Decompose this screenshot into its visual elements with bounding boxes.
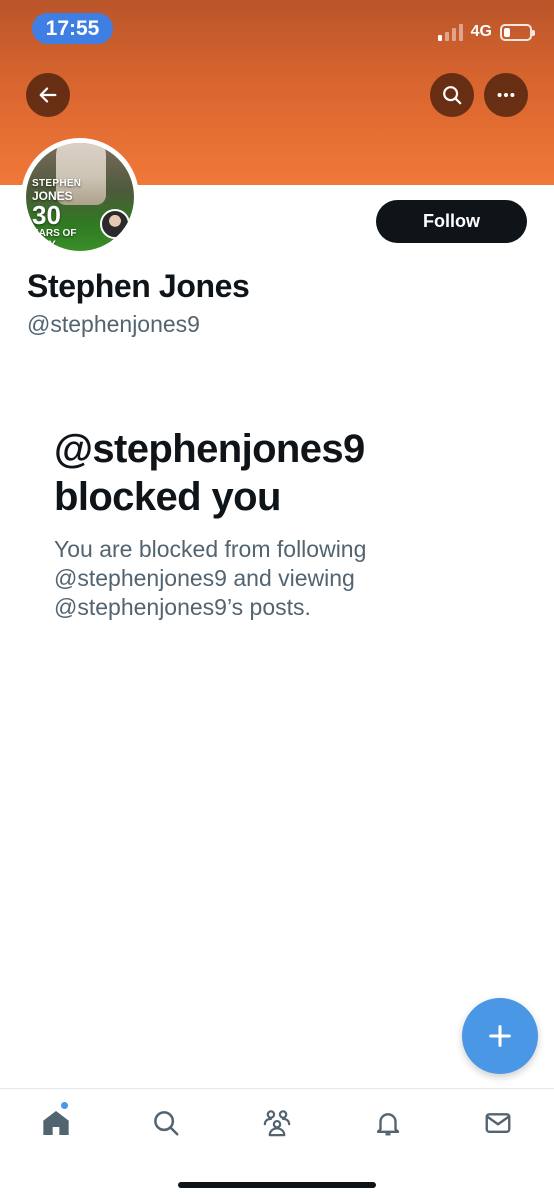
avatar-text-line: EARS OF <box>32 228 77 239</box>
status-indicators: 4G <box>437 20 535 44</box>
nav-search[interactable] <box>146 1103 186 1143</box>
cellular-signal-icon <box>437 23 463 41</box>
avatar-text-line: 30 <box>32 200 61 230</box>
nav-communities[interactable] <box>257 1103 297 1143</box>
blocked-description-line: @stephenjones9’s posts. <box>54 594 311 620</box>
search-button[interactable] <box>430 73 474 117</box>
nav-home[interactable] <box>36 1101 76 1143</box>
blocked-title-line: blocked you <box>54 475 281 519</box>
plus-icon <box>489 1025 511 1047</box>
home-indicator <box>178 1182 376 1188</box>
follow-button[interactable]: Follow <box>376 200 527 243</box>
search-icon <box>443 86 462 105</box>
nav-notifications[interactable] <box>368 1103 408 1143</box>
communities-icon <box>263 1110 291 1137</box>
back-button[interactable] <box>26 73 70 117</box>
blocked-title: @stephenjones9 blocked you <box>54 425 524 521</box>
status-time: 17:55 <box>32 13 113 44</box>
author-portrait <box>100 209 130 239</box>
home-icon <box>43 1111 69 1135</box>
avatar-text-line: STEPHEN <box>32 178 82 189</box>
avatar-text-line: GBY <box>32 239 56 251</box>
blocked-title-line: @stephenjones9 <box>54 427 365 471</box>
compose-button[interactable] <box>462 998 538 1074</box>
avatar-cover-text: STEPHEN JONES 30 EARS OF GBY <box>32 179 81 251</box>
network-type: 4G <box>470 23 492 40</box>
blocked-description-line: @stephenjones9 and viewing <box>54 565 355 591</box>
battery-icon <box>500 23 535 41</box>
profile-avatar[interactable]: STEPHEN JONES 30 EARS OF GBY <box>21 138 139 256</box>
avatar-image: STEPHEN JONES 30 EARS OF GBY <box>26 143 134 251</box>
arrow-left-icon <box>39 87 57 103</box>
more-horizontal-icon <box>497 92 515 98</box>
profile-handle: @stephenjones9 <box>27 311 200 337</box>
mail-icon <box>485 1113 511 1133</box>
bell-icon <box>376 1113 400 1136</box>
nav-messages[interactable] <box>478 1103 518 1143</box>
search-icon <box>154 1111 179 1136</box>
profile-name: Stephen Jones <box>27 268 250 304</box>
blocked-description: You are blocked from following @stephenj… <box>54 535 514 622</box>
notification-dot <box>60 1101 69 1110</box>
more-button[interactable] <box>484 73 528 117</box>
blocked-description-line: You are blocked from following <box>54 536 367 562</box>
